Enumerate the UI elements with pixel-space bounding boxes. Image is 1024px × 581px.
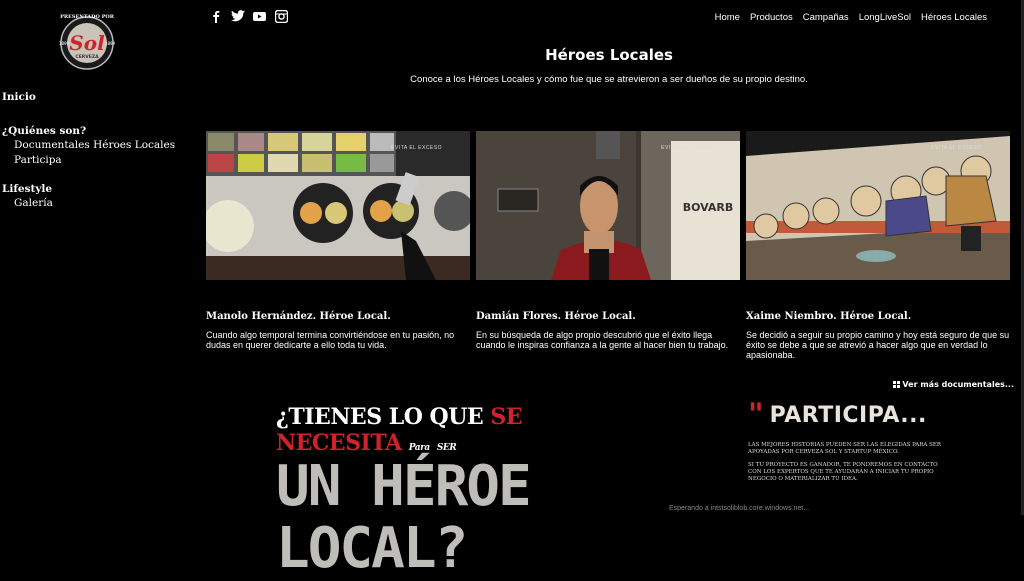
page-subtitle: Conoce a los Héroes Locales y cómo fue q… [410, 74, 808, 85]
card-description: Cuando algo temporal termina convirtiénd… [206, 330, 455, 350]
facebook-icon[interactable] [209, 10, 222, 23]
sidebar-item-inicio[interactable]: Inicio [2, 91, 175, 103]
sidebar-group-lifestyle[interactable]: Lifestyle [2, 183, 175, 195]
documentary-card[interactable]: EVITA EL EXCESO Xaime Niembro. Héroe Loc… [746, 131, 1010, 360]
card-title[interactable]: Damián Flores. Héroe Local. [476, 311, 740, 322]
watermark: EVITA EL EXCESO [391, 145, 442, 151]
card-title[interactable]: Manolo Hernández. Héroe Local. [206, 311, 470, 322]
watermark: EVITA EL EXCESO [661, 145, 712, 151]
nav-productos[interactable]: Productos [750, 12, 793, 23]
sidebar-item-participa[interactable]: Participa [2, 154, 175, 166]
documentary-card[interactable]: BOVARB EVITA EL EXCESO Damián Flores. Hé… [476, 131, 740, 360]
sidebar-item-documentales[interactable]: Documentales Héroes Locales [2, 139, 175, 151]
card2-sign: BOVARB [683, 201, 734, 214]
nav-heroes-locales[interactable]: Héroes Locales [921, 12, 987, 23]
logo-top-text: PRESENTADO POR [60, 14, 115, 20]
top-nav: Home Productos Campañas LongLiveSol Héro… [715, 12, 987, 23]
banner-line-1d: SER [436, 443, 457, 453]
banner-line-2: UN HÉROE LOCAL? [276, 454, 532, 581]
documentary-card[interactable]: EVITA EL EXCESO Manolo Hernández. Héroe … [206, 131, 470, 360]
grid-icon [892, 380, 903, 389]
video-thumbnail-xaime[interactable]: EVITA EL EXCESO [746, 131, 1010, 280]
sidebar-group-quienes-son[interactable]: ¿Quiénes son? [2, 125, 175, 137]
participa-title: PARTICIPA... [769, 402, 927, 428]
video-thumbnail-manolo[interactable]: EVITA EL EXCESO [206, 131, 470, 280]
watermark: EVITA EL EXCESO [931, 145, 982, 151]
nav-longlivesol[interactable]: LongLiveSol [859, 12, 911, 23]
nav-campanas[interactable]: Campañas [803, 12, 849, 23]
status-bar-text: Esperando a intstsoliblob.core.windows.n… [669, 505, 810, 512]
participa-text-1: LAS MEJORES HISTORIAS PUEDEN SER LAS ELE… [748, 442, 942, 455]
nav-home[interactable]: Home [715, 12, 740, 23]
card-title[interactable]: Xaime Niembro. Héroe Local. [746, 311, 1010, 322]
more-documentaries-link[interactable]: Ver más documentales... [892, 380, 1014, 389]
instagram-icon[interactable] [274, 9, 289, 24]
youtube-icon[interactable] [253, 10, 266, 23]
quote-marks-icon: " [748, 397, 764, 432]
banner-line-1c: Para [408, 443, 430, 453]
social-links [209, 9, 289, 24]
card-description: En su búsqueda de algo propio descubrió … [476, 330, 729, 350]
banner-line-1a: ¿TIENES LO QUE [276, 404, 484, 430]
more-documentaries-label: Ver más documentales... [902, 380, 1014, 389]
participa-block[interactable]: " PARTICIPA... LAS MEJORES HISTORIAS PUE… [748, 400, 948, 483]
banner-line-1: ¿TIENES LO QUE SE NECESITA Para SER [276, 404, 576, 456]
participa-text-2: SI TU PROYECTO ES GANADOR, TE PONDREMOS … [748, 462, 938, 482]
video-thumbnail-damian[interactable]: BOVARB EVITA EL EXCESO [476, 131, 740, 280]
hero-banner[interactable]: ¿TIENES LO QUE SE NECESITA Para SER UN H… [276, 404, 576, 580]
page-title: Héroes Locales [545, 46, 673, 64]
card-description: Se decidió a seguir su propio camino y h… [746, 330, 1010, 360]
participa-heading: " PARTICIPA... [748, 400, 948, 430]
twitter-icon[interactable] [231, 10, 245, 23]
sidebar: Inicio ¿Quiénes son? Documentales Héroes… [2, 91, 175, 212]
sidebar-item-galeria[interactable]: Galería [2, 197, 175, 209]
documentary-cards: EVITA EL EXCESO Manolo Hernández. Héroe … [206, 131, 1010, 360]
